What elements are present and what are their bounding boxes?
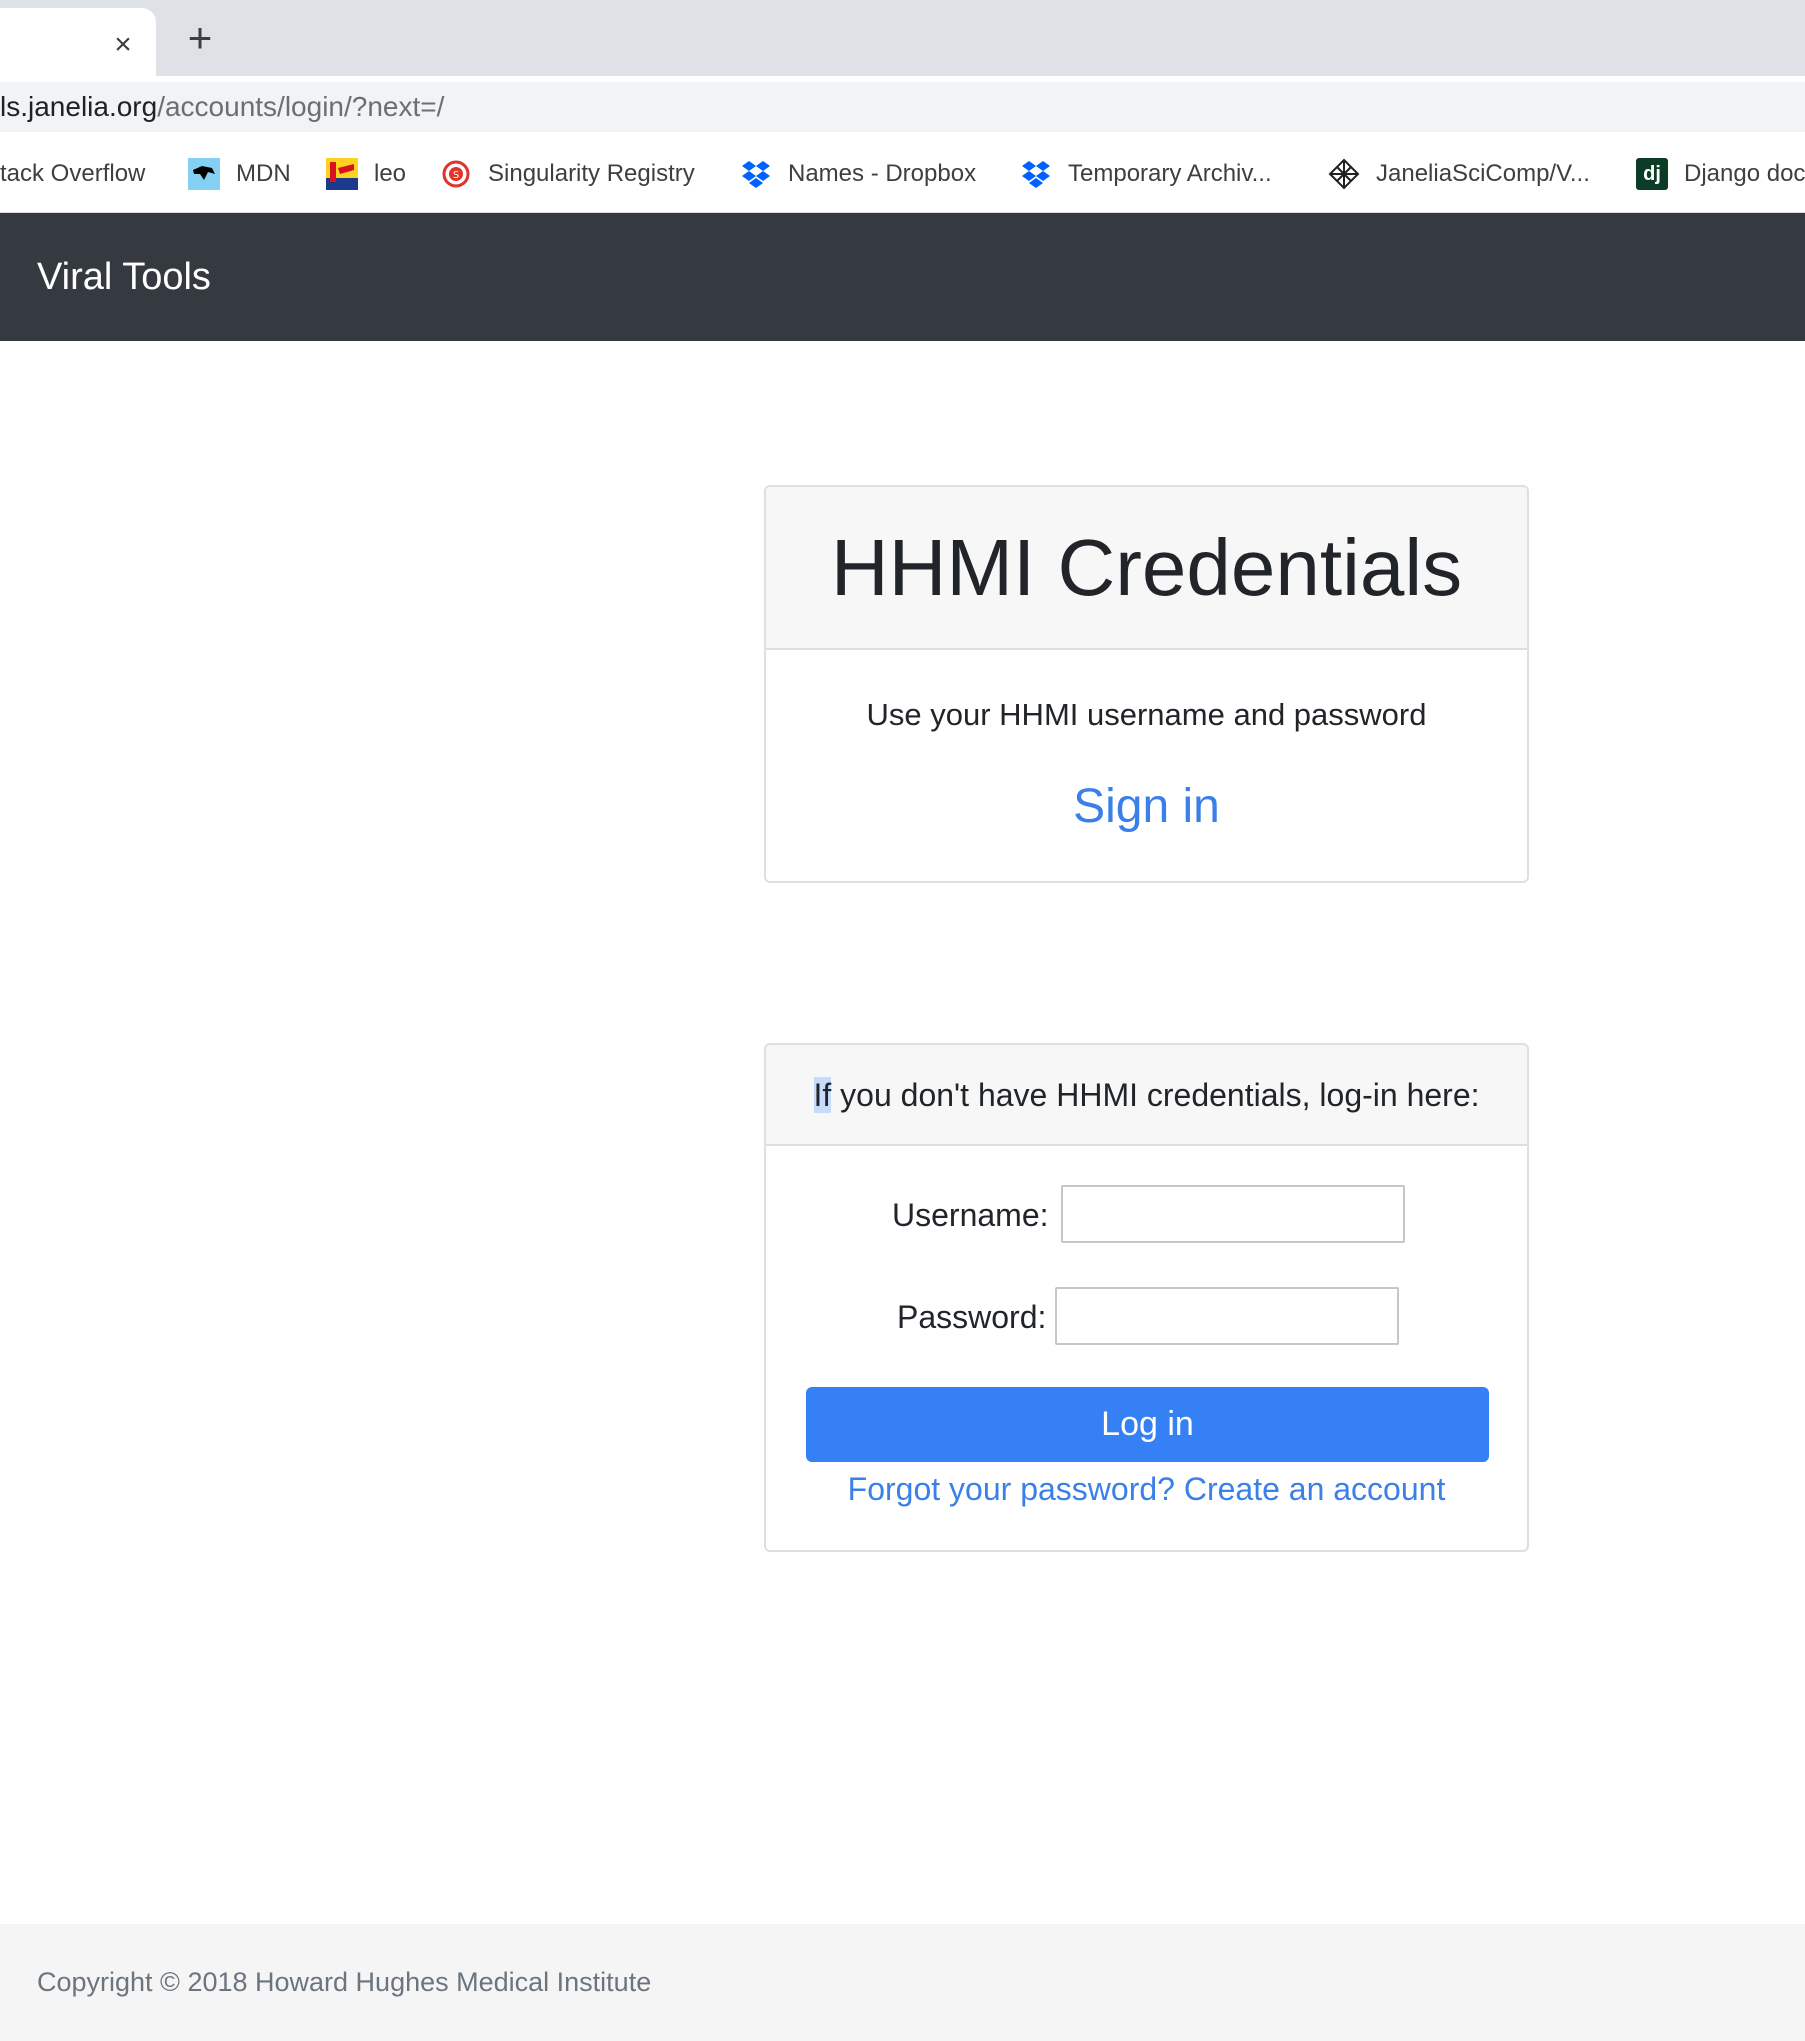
page-footer: Copyright © 2018 Howard Hughes Medical I… — [0, 1924, 1805, 2041]
copyright-text: Copyright © 2018 Howard Hughes Medical I… — [37, 1967, 652, 1997]
url-path: /accounts/login/?next=/ — [157, 91, 445, 122]
bookmark-temporary-archive[interactable]: Temporary Archiv... — [1020, 156, 1272, 192]
sign-in-link[interactable]: Sign in — [766, 779, 1527, 835]
navbar-brand[interactable]: Viral Tools — [37, 253, 211, 301]
log-in-button[interactable]: Log in — [806, 1387, 1489, 1462]
django-icon: dj — [1636, 158, 1668, 190]
header-selected-text: If — [813, 1077, 832, 1113]
bookmark-label: leo — [374, 160, 407, 187]
browser-tab-strip: × + — [0, 0, 1805, 76]
bookmark-names-dropbox[interactable]: Names - Dropbox — [740, 156, 976, 192]
dropbox-icon — [1020, 158, 1052, 190]
create-account-link[interactable]: Create an account — [1184, 1471, 1446, 1507]
tab-close-icon[interactable]: × — [108, 30, 138, 60]
singularity-icon: S — [440, 158, 472, 190]
bookmark-django-docs[interactable]: dj Django doc — [1636, 156, 1805, 192]
local-login-card: If you don't have HHMI credentials, log-… — [764, 1043, 1529, 1552]
address-bar[interactable]: ls.janelia.org/accounts/login/?next=/ — [0, 82, 1805, 132]
mdn-icon — [188, 158, 220, 190]
bookmark-singularity-registry[interactable]: S Singularity Registry — [440, 156, 695, 192]
sign-in-label: Sign in — [1073, 780, 1220, 833]
site-navbar: Viral Tools — [0, 213, 1805, 341]
bookmark-mdn[interactable]: MDN — [188, 156, 291, 192]
bookmarks-bar: tack Overflow MDN leo S Singularity Regi… — [0, 138, 1805, 213]
bookmark-janelia-scicomp[interactable]: JaneliaSciComp/V... — [1328, 156, 1590, 192]
bookmark-label: Singularity Registry — [488, 160, 695, 187]
bookmark-label: tack Overflow — [0, 160, 146, 187]
hhmi-card-description: Use your HHMI username and password — [866, 697, 1427, 732]
bookmark-label: Names - Dropbox — [788, 160, 977, 187]
new-tab-icon[interactable]: + — [182, 17, 218, 59]
url-text[interactable]: ls.janelia.org/accounts/login/?next=/ — [0, 88, 444, 126]
hhmi-credentials-card: HHMI Credentials Use your HHMI username … — [764, 485, 1529, 883]
bookmark-stack-overflow[interactable]: tack Overflow — [0, 156, 145, 192]
dropbox-icon — [740, 158, 772, 190]
svg-text:S: S — [453, 170, 459, 181]
local-card-header: If you don't have HHMI credentials, log-… — [766, 1045, 1527, 1146]
bookmark-label: Django doc — [1684, 160, 1805, 187]
bookmark-label: JaneliaSciComp/V... — [1376, 160, 1590, 187]
browser-toolbar: ls.janelia.org/accounts/login/?next=/ — [0, 76, 1805, 138]
github-diamond-icon — [1328, 158, 1360, 190]
header-text: you don't have HHMI credentials, log-in … — [831, 1077, 1480, 1113]
bookmark-leo[interactable]: leo — [326, 156, 406, 192]
browser-tab[interactable]: × — [0, 8, 156, 76]
url-host: ls.janelia.org — [0, 91, 158, 122]
forgot-password-link[interactable]: Forgot your password? — [848, 1471, 1175, 1507]
bookmark-label: MDN — [236, 160, 291, 187]
django-icon-text: dj — [1643, 163, 1661, 185]
leo-icon — [326, 158, 358, 190]
username-input[interactable] — [1061, 1185, 1405, 1243]
password-input[interactable] — [1055, 1287, 1399, 1345]
password-label: Password: — [897, 1299, 1047, 1335]
bookmark-label: Temporary Archiv... — [1068, 160, 1272, 187]
hhmi-card-header: HHMI Credentials — [766, 487, 1527, 650]
hhmi-card-title: HHMI Credentials — [830, 523, 1463, 612]
account-links: Forgot your password? Create an account — [766, 1469, 1527, 1509]
username-label: Username: — [892, 1197, 1049, 1233]
